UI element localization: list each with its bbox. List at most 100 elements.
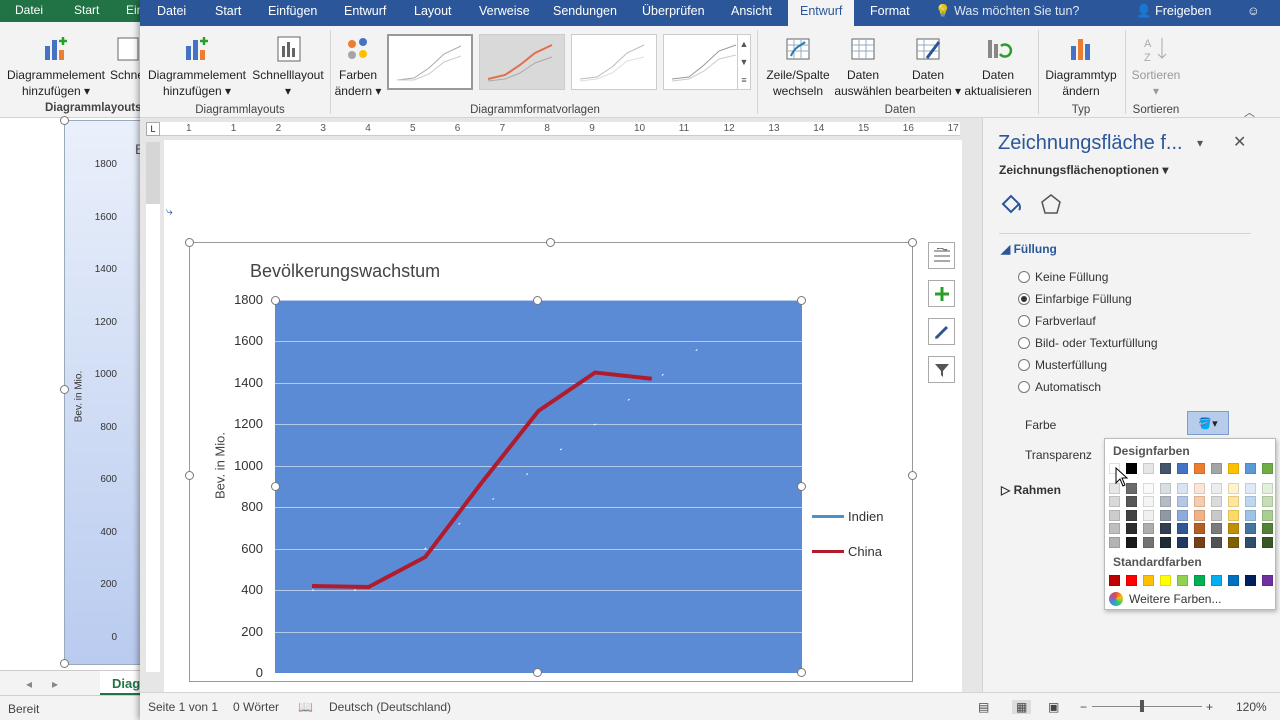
theme-color-swatch[interactable] bbox=[1262, 496, 1273, 507]
theme-color-swatch[interactable] bbox=[1211, 496, 1222, 507]
theme-color-swatch[interactable] bbox=[1194, 536, 1205, 548]
theme-color-swatch[interactable] bbox=[1262, 463, 1273, 474]
theme-color-swatch[interactable] bbox=[1177, 536, 1188, 548]
standard-color-swatch[interactable] bbox=[1143, 575, 1154, 586]
tab-entwurf[interactable]: Entwurf bbox=[344, 4, 386, 18]
standard-color-swatch[interactable] bbox=[1262, 575, 1273, 586]
theme-color-swatch[interactable] bbox=[1245, 509, 1256, 521]
fill-option-radio[interactable] bbox=[1018, 381, 1030, 393]
legend[interactable]: Indien China bbox=[812, 509, 883, 559]
theme-color-swatch[interactable] bbox=[1262, 523, 1273, 534]
theme-color-swatch[interactable] bbox=[1126, 496, 1137, 507]
theme-color-swatch[interactable] bbox=[1160, 463, 1171, 474]
share-button[interactable]: 👤 Freigeben bbox=[1136, 4, 1211, 19]
next-sheet-icon[interactable]: ▸ bbox=[52, 677, 58, 691]
smiley-icon[interactable]: ☺ bbox=[1247, 4, 1260, 18]
theme-color-swatch[interactable] bbox=[1109, 496, 1120, 507]
excel-chart-handle[interactable] bbox=[60, 385, 69, 394]
theme-color-swatch[interactable] bbox=[1177, 509, 1188, 521]
theme-color-swatch[interactable] bbox=[1177, 523, 1188, 534]
chart-style-thumbnail-2[interactable] bbox=[479, 34, 565, 90]
theme-color-swatch[interactable] bbox=[1177, 496, 1188, 507]
fill-option-label[interactable]: Keine Füllung bbox=[1035, 270, 1108, 284]
color-picker-button[interactable]: 🪣 ▾ bbox=[1187, 411, 1229, 435]
chart-resize-handle[interactable] bbox=[185, 238, 194, 247]
word-count[interactable]: 0 Wörter bbox=[233, 700, 279, 714]
plot-resize-handle[interactable] bbox=[533, 668, 542, 677]
theme-color-swatch[interactable] bbox=[1160, 523, 1171, 534]
horizontal-ruler[interactable]: 1 1 2 3 4 5 6 7 8 9 10 11 12 13 14 15 16 17 bbox=[160, 122, 960, 136]
sheet-tab[interactable]: Diag bbox=[100, 671, 145, 695]
theme-color-swatch[interactable] bbox=[1143, 536, 1154, 548]
fill-option-radio[interactable] bbox=[1018, 315, 1030, 327]
fill-line-tab[interactable] bbox=[999, 192, 1023, 219]
theme-color-swatch[interactable] bbox=[1262, 536, 1273, 548]
tab-einfuegen[interactable]: Einfügen bbox=[268, 4, 317, 18]
excel-tab-start[interactable]: Start bbox=[74, 3, 99, 17]
theme-color-swatch[interactable] bbox=[1228, 463, 1239, 474]
excel-quick-layout-button[interactable]: Schne bbox=[110, 34, 144, 83]
theme-color-swatch[interactable] bbox=[1211, 536, 1222, 548]
theme-color-swatch[interactable] bbox=[1245, 463, 1256, 474]
standard-color-swatch[interactable] bbox=[1194, 575, 1205, 586]
theme-color-swatch[interactable] bbox=[1160, 496, 1171, 507]
theme-color-swatch[interactable] bbox=[1109, 509, 1120, 521]
pane-subtitle[interactable]: Zeichnungsflächenoptionen ▾ bbox=[999, 163, 1168, 177]
change-chart-type-button[interactable]: Diagrammtyp ändern bbox=[1040, 34, 1122, 99]
theme-color-swatch[interactable] bbox=[1211, 463, 1222, 474]
fill-option-radio[interactable] bbox=[1018, 293, 1030, 305]
tab-datei[interactable]: Datei bbox=[157, 4, 186, 18]
excel-chart-handle[interactable] bbox=[60, 659, 69, 668]
theme-color-swatch[interactable] bbox=[1126, 536, 1137, 548]
web-layout-icon[interactable]: ▣ bbox=[1048, 700, 1059, 714]
chart-style-thumbnail-3[interactable] bbox=[571, 34, 657, 90]
theme-color-swatch[interactable] bbox=[1143, 523, 1154, 534]
theme-color-swatch[interactable] bbox=[1262, 509, 1273, 521]
change-colors-button[interactable]: Farben ändern ▾ bbox=[334, 34, 382, 99]
styles-scroll[interactable]: ▲ ▼ ≡ bbox=[737, 34, 751, 90]
tab-sendungen[interactable]: Sendungen bbox=[553, 4, 617, 18]
fill-option-label[interactable]: Farbverlauf bbox=[1035, 314, 1096, 328]
read-mode-icon[interactable]: ▤ bbox=[978, 700, 989, 714]
series-line-china[interactable] bbox=[311, 370, 652, 590]
theme-color-swatch[interactable] bbox=[1211, 523, 1222, 534]
chart-style-thumbnail-1[interactable] bbox=[387, 34, 473, 90]
theme-color-swatch[interactable] bbox=[1143, 463, 1154, 474]
language[interactable]: Deutsch (Deutschland) bbox=[329, 700, 451, 714]
zoom-level[interactable]: 120% bbox=[1236, 700, 1267, 714]
standard-color-swatch[interactable] bbox=[1126, 575, 1137, 586]
zoom-in-icon[interactable]: + bbox=[1206, 700, 1213, 714]
standard-color-swatch[interactable] bbox=[1245, 575, 1256, 586]
proofing-icon[interactable]: 📖 bbox=[298, 700, 313, 714]
plot-resize-handle[interactable] bbox=[271, 296, 280, 305]
chart-styles-button[interactable] bbox=[928, 318, 955, 345]
edit-data-button[interactable]: Daten bearbeiten ▾ bbox=[894, 34, 962, 99]
effects-tab[interactable] bbox=[1039, 192, 1063, 219]
standard-color-swatch[interactable] bbox=[1160, 575, 1171, 586]
vertical-ruler[interactable] bbox=[146, 142, 160, 672]
refresh-data-button[interactable]: Daten aktualisieren bbox=[960, 34, 1036, 99]
tab-format[interactable]: Format bbox=[870, 4, 910, 18]
theme-color-swatch[interactable] bbox=[1160, 509, 1171, 521]
theme-color-swatch[interactable] bbox=[1228, 509, 1239, 521]
theme-color-swatch[interactable] bbox=[1177, 482, 1188, 494]
border-section-header[interactable]: ▷ Rahmen bbox=[1001, 483, 1061, 497]
theme-color-swatch[interactable] bbox=[1194, 482, 1205, 494]
fill-option-label[interactable]: Einfarbige Füllung bbox=[1035, 292, 1132, 306]
add-chart-element-button[interactable]: Diagrammelement hinzufügen ▾ bbox=[146, 34, 248, 99]
standard-color-swatch[interactable] bbox=[1211, 575, 1222, 586]
zoom-out-icon[interactable]: − bbox=[1080, 700, 1087, 714]
fill-option-radio[interactable] bbox=[1018, 359, 1030, 371]
fill-option-label[interactable]: Musterfüllung bbox=[1035, 358, 1107, 372]
plot-resize-handle[interactable] bbox=[797, 296, 806, 305]
more-colors-item[interactable]: Weitere Farben... bbox=[1109, 592, 1221, 606]
fill-option-radio[interactable] bbox=[1018, 271, 1030, 283]
theme-color-swatch[interactable] bbox=[1228, 482, 1239, 494]
layout-options-button[interactable] bbox=[928, 242, 955, 269]
theme-color-swatch[interactable] bbox=[1245, 523, 1256, 534]
theme-color-swatch[interactable] bbox=[1194, 463, 1205, 474]
excel-tab-datei[interactable]: Datei bbox=[15, 3, 43, 17]
chart-resize-handle[interactable] bbox=[546, 238, 555, 247]
excel-chart-handle[interactable] bbox=[60, 116, 69, 125]
theme-color-swatch[interactable] bbox=[1194, 509, 1205, 521]
